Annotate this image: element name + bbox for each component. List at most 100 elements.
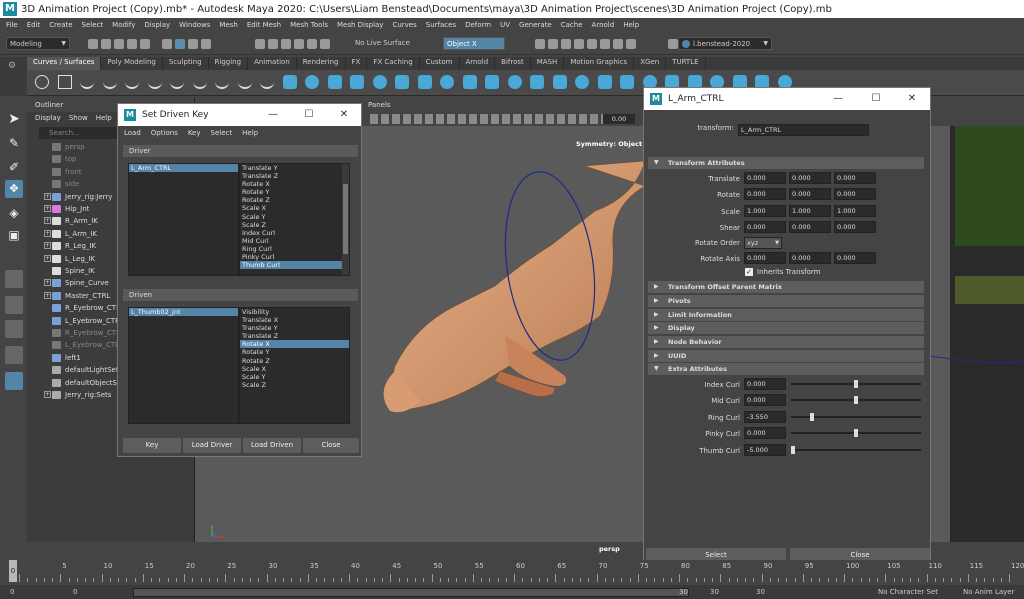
attr-list-item[interactable]: Scale Y: [240, 213, 349, 221]
playback-end-value[interactable]: 30: [756, 588, 765, 596]
viewport-menu-panels[interactable]: Panels: [368, 101, 391, 109]
select-component-icon[interactable]: [188, 39, 198, 49]
shear-z-field[interactable]: 0.000: [834, 220, 876, 233]
body-mesh[interactable]: [950, 126, 1024, 542]
menu-help[interactable]: Help: [623, 21, 639, 29]
attr-list-item[interactable]: Scale X: [240, 365, 349, 373]
paint-select-icon[interactable]: ✐: [5, 158, 23, 176]
attr-list-item[interactable]: Thumb Curl: [240, 261, 349, 270]
driver-scrollbar[interactable]: [342, 164, 349, 275]
last-tool-icon[interactable]: [5, 270, 23, 288]
symmetry-dropdown[interactable]: Object X: [443, 37, 505, 50]
maximize-icon[interactable]: ☐: [868, 91, 884, 107]
shelf-tab-bifrost[interactable]: Bifrost: [495, 57, 531, 70]
attr-list-item[interactable]: Visibility: [240, 308, 349, 316]
shelf-nurbs-icon[interactable]: [417, 75, 432, 89]
shelf-circle-icon[interactable]: [35, 75, 49, 89]
shelf-curve-icon[interactable]: [102, 75, 117, 89]
section-transform-offset-parent-matrix[interactable]: ▶ Transform Offset Parent Matrix: [648, 281, 924, 293]
attr-list-item[interactable]: Index Curl: [240, 229, 349, 237]
layout-two-icon[interactable]: [5, 346, 23, 364]
hypershade-icon[interactable]: [574, 39, 584, 49]
attr-list-item[interactable]: Scale Y: [240, 373, 349, 381]
shelf-tab-rendering[interactable]: Rendering: [297, 57, 346, 70]
shelf-curve-icon[interactable]: [125, 75, 139, 89]
menu-mesh[interactable]: Mesh: [219, 21, 237, 29]
snap-curve-icon[interactable]: [268, 39, 278, 49]
extra-attr-slider[interactable]: [791, 412, 921, 421]
expand-plus-icon[interactable]: +: [44, 242, 51, 250]
current-frame-marker[interactable]: 0: [9, 560, 17, 582]
snap-view-icon[interactable]: [307, 39, 317, 49]
select-object-icon[interactable]: [175, 39, 185, 49]
snap-grid-icon[interactable]: [255, 39, 265, 49]
move-tool-icon[interactable]: ✥: [5, 180, 23, 198]
expand-plus-icon[interactable]: +: [44, 205, 51, 212]
extra-attr-field[interactable]: -5.000: [744, 443, 786, 456]
attr-list-item[interactable]: Scale Z: [240, 221, 349, 229]
layout-single-icon[interactable]: [5, 296, 23, 314]
shelf-tab-animation[interactable]: Animation: [248, 57, 297, 70]
shelf-tab-arnold[interactable]: Arnold: [460, 57, 496, 70]
save-scene-icon[interactable]: [114, 39, 124, 49]
translate-z-field[interactable]: 0.000: [834, 172, 876, 184]
shelf-nurbs-icon[interactable]: [507, 75, 522, 89]
scale-z-field[interactable]: 1.000: [834, 204, 876, 217]
shelf-sphere-icon[interactable]: [282, 75, 297, 89]
new-scene-icon[interactable]: [88, 39, 98, 49]
redo-icon[interactable]: [140, 39, 150, 49]
modeling-toolkit-icon[interactable]: [613, 39, 623, 49]
close-icon[interactable]: ✕: [904, 91, 920, 107]
minimize-icon[interactable]: —: [265, 107, 281, 123]
sdk-menu-select[interactable]: Select: [211, 129, 233, 137]
undo-icon[interactable]: [127, 39, 137, 49]
shelf-nurbs-icon[interactable]: [597, 75, 612, 89]
snap-surface-icon[interactable]: [294, 39, 304, 49]
character-set-dropdown[interactable]: No Character Set: [878, 588, 938, 596]
shelf-cylinder-icon[interactable]: [327, 75, 342, 89]
shelf-curve-icon[interactable]: [147, 75, 162, 89]
menu-edit-mesh[interactable]: Edit Mesh: [247, 21, 281, 29]
menu-windows[interactable]: Windows: [179, 21, 210, 29]
attr-list-item[interactable]: Rotate Y: [240, 188, 349, 196]
scale-y-field[interactable]: 1.000: [789, 204, 831, 217]
outliner-menu-show[interactable]: Show: [69, 114, 88, 122]
open-scene-icon[interactable]: [101, 39, 111, 49]
shelf-nurbs-icon[interactable]: [530, 75, 544, 89]
shelf-curve-icon[interactable]: [192, 75, 207, 89]
sdk-menu-key[interactable]: Key: [188, 129, 201, 137]
extra-attr-slider[interactable]: [791, 445, 921, 454]
driver-object-list[interactable]: L_Arm_CTRL: [128, 163, 239, 276]
shelf-curve-icon[interactable]: [170, 75, 184, 89]
layout-four-icon[interactable]: [5, 320, 23, 338]
load-driver-button[interactable]: Load Driver: [183, 438, 241, 453]
range-end-value[interactable]: 30: [679, 588, 688, 596]
shelf-square-icon[interactable]: [57, 75, 72, 89]
shelf-torus-icon[interactable]: [395, 75, 409, 89]
driven-attr-list[interactable]: Visibility Translate X Translate Y Translat…: [239, 307, 350, 424]
section-node-behavior[interactable]: ▶ Node Behavior: [648, 336, 924, 349]
section-pivots[interactable]: ▶ Pivots: [648, 294, 924, 307]
shelf-tab-turtle[interactable]: TURTLE: [666, 57, 706, 70]
start-time-value[interactable]: 0: [10, 588, 14, 596]
time-slider[interactable]: 0 5 10 15 20 25 30 35 40 45 50 55 60 65 70 75 80 85 90 95 1…: [0, 560, 1024, 584]
driver-scrollbar-thumb[interactable]: [343, 184, 348, 254]
sdk-menu-load[interactable]: Load: [124, 129, 141, 137]
rotate-y-field[interactable]: 0.000: [789, 188, 831, 201]
rotate-axis-y-field[interactable]: 0.000: [789, 252, 831, 264]
rotate-x-field[interactable]: 0.000: [744, 188, 786, 201]
driver-attr-list[interactable]: Translate Y Translate Z Rotate X Rotate Y Ro…: [239, 163, 350, 276]
shelf-tab-custom[interactable]: Custom: [420, 57, 460, 70]
shelf-curve-icon[interactable]: [215, 75, 229, 89]
attr-list-item[interactable]: Translate Z: [240, 332, 349, 340]
extra-attr-field[interactable]: 0.000: [744, 427, 786, 440]
close-icon[interactable]: ✕: [336, 107, 352, 123]
section-limit-information[interactable]: ▶ Limit Information: [648, 308, 924, 321]
select-hierarchy-icon[interactable]: [162, 39, 172, 49]
translate-x-field[interactable]: 0.000: [744, 172, 786, 184]
outliner-menu-help[interactable]: Help: [96, 114, 112, 122]
menu-mesh-tools[interactable]: Mesh Tools: [290, 21, 328, 29]
shelf-tab-xgen[interactable]: XGen: [634, 57, 667, 70]
expand-plus-icon[interactable]: +: [44, 217, 51, 225]
menu-uv[interactable]: UV: [500, 21, 510, 29]
